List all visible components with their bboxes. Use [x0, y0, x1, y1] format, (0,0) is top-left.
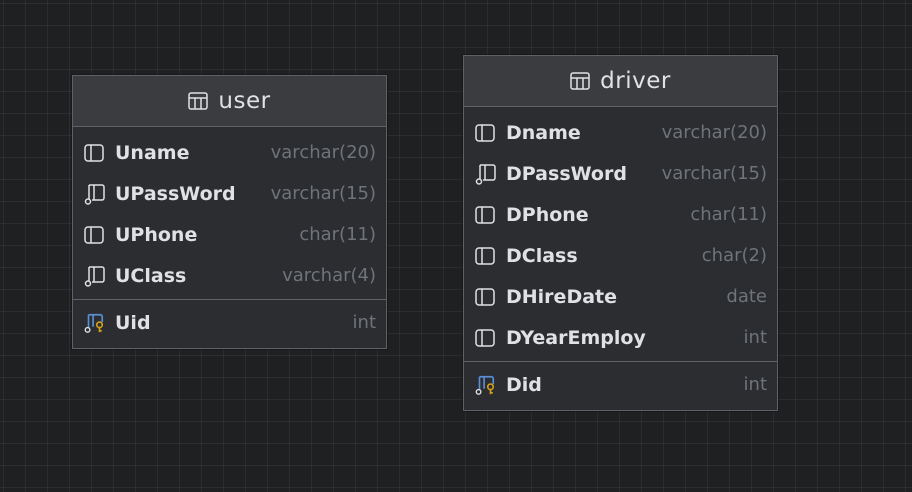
column-type: int [743, 327, 767, 348]
column-type: int [352, 312, 376, 333]
column-type: varchar(4) [282, 265, 376, 286]
column-row[interactable]: DYearEmploy int [464, 317, 777, 358]
column-name: Did [506, 373, 542, 396]
column-type: varchar(20) [270, 142, 376, 163]
column-icon [474, 286, 496, 308]
column-type: varchar(20) [661, 122, 767, 143]
table-name: user [218, 88, 271, 114]
column-type: varchar(15) [661, 163, 767, 184]
column-icon [474, 245, 496, 267]
column-row[interactable]: DPassWord varchar(15) [464, 153, 777, 194]
table-header[interactable]: driver [464, 56, 777, 107]
table-name: driver [600, 68, 671, 94]
column-row[interactable]: Dname varchar(20) [464, 112, 777, 153]
primary-key-column-icon [474, 374, 496, 396]
column-icon [474, 204, 496, 226]
column-icon [83, 142, 105, 164]
column-name: DPhone [506, 203, 589, 226]
column-name: Dname [506, 121, 581, 144]
column-icon [474, 122, 496, 144]
table-driver[interactable]: driver Dname varchar(20) DPassWord varch… [463, 55, 778, 411]
column-type: char(11) [690, 204, 767, 225]
column-icon [83, 224, 105, 246]
nullable-column-icon [474, 163, 496, 185]
column-row[interactable]: UClass varchar(4) [73, 255, 386, 296]
primary-key-column-icon [83, 312, 105, 334]
column-name: UClass [115, 264, 187, 287]
column-row[interactable]: Uname varchar(20) [73, 132, 386, 173]
column-row[interactable]: DPhone char(11) [464, 194, 777, 235]
column-name: UPassWord [115, 182, 236, 205]
column-type: char(11) [299, 224, 376, 245]
column-name: UPhone [115, 223, 198, 246]
primary-key-row[interactable]: Did int [464, 364, 777, 405]
column-row[interactable]: DClass char(2) [464, 235, 777, 276]
diagram-canvas[interactable]: user Uname varchar(20) UPassWord varchar… [0, 0, 912, 492]
column-name: DHireDate [506, 285, 618, 308]
column-type: char(2) [701, 245, 767, 266]
column-name: DPassWord [506, 162, 627, 185]
nullable-column-icon [83, 183, 105, 205]
column-name: DYearEmploy [506, 326, 646, 349]
primary-key-row[interactable]: Uid int [73, 302, 386, 343]
column-row[interactable]: DHireDate date [464, 276, 777, 317]
column-row[interactable]: UPassWord varchar(15) [73, 173, 386, 214]
column-type: varchar(15) [270, 183, 376, 204]
table-icon [188, 92, 209, 110]
column-name: Uid [115, 311, 151, 334]
column-name: Uname [115, 141, 190, 164]
table-header[interactable]: user [73, 76, 386, 127]
table-user[interactable]: user Uname varchar(20) UPassWord varchar… [72, 75, 387, 349]
table-icon [570, 72, 590, 90]
column-type: int [743, 374, 767, 395]
nullable-column-icon [83, 265, 105, 287]
column-icon [474, 327, 496, 349]
column-type: date [726, 286, 767, 307]
column-name: DClass [506, 244, 578, 267]
column-row[interactable]: UPhone char(11) [73, 214, 386, 255]
